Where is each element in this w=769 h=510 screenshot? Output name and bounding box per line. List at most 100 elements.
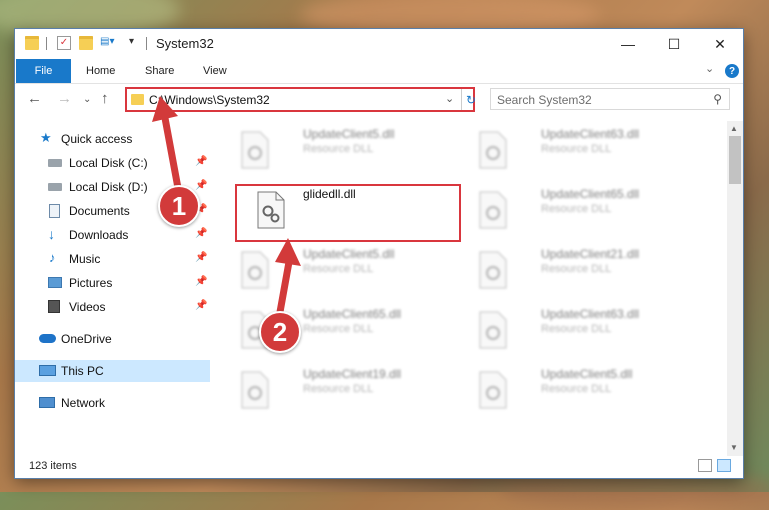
download-icon: ↓: [48, 226, 55, 242]
customize-icon[interactable]: ▤▾: [100, 36, 114, 50]
sidebar-item-label: Videos: [69, 300, 106, 314]
sidebar-item-network[interactable]: Network: [15, 392, 210, 414]
list-item[interactable]: UpdateClient5.dll Resource DLL: [240, 127, 460, 177]
list-item[interactable]: UpdateClient19.dll Resource DLL: [240, 367, 460, 417]
computer-icon: [39, 365, 56, 376]
vertical-scrollbar[interactable]: ▲ ▼: [727, 121, 743, 456]
folder-icon: [131, 94, 144, 105]
search-placeholder: Search System32: [497, 93, 592, 107]
tab-home[interactable]: Home: [86, 59, 115, 83]
pin-icon[interactable]: 📌: [195, 228, 207, 239]
dll-file-icon: [478, 251, 508, 289]
folder-icon: [25, 36, 39, 50]
sidebar-item-quick-access[interactable]: ★ Quick access: [15, 128, 210, 150]
sidebar-item-music[interactable]: ♪ Music 📌: [15, 248, 210, 270]
drive-icon: [48, 183, 62, 191]
videos-icon: [48, 300, 60, 313]
separator: [46, 37, 47, 50]
expand-ribbon-icon[interactable]: ⌄: [705, 62, 714, 75]
file-name: UpdateClient63.dll: [541, 127, 640, 141]
title-bar: ✓ ▤▾ ▾ System32 — ☐ ✕: [15, 29, 743, 59]
address-bar[interactable]: C:\Windows\System32 ⌄ ↻: [125, 87, 478, 112]
sidebar-item-label: This PC: [61, 364, 104, 378]
file-description: Resource DLL: [303, 383, 374, 395]
dll-file-icon: [478, 311, 508, 349]
explorer-window: ✓ ▤▾ ▾ System32 — ☐ ✕ File Home Share Vi…: [15, 29, 743, 478]
file-description: Resource DLL: [541, 263, 612, 275]
sidebar-item-local-disk-c[interactable]: Local Disk (C:) 📌: [15, 152, 210, 174]
list-item[interactable]: UpdateClient21.dll Resource DLL: [478, 247, 698, 297]
sidebar-item-this-pc[interactable]: This PC: [15, 360, 210, 382]
forward-arrow-icon[interactable]: →: [57, 90, 72, 107]
chevron-down-icon[interactable]: ⌄: [445, 92, 454, 105]
sidebar-item-downloads[interactable]: ↓ Downloads 📌: [15, 224, 210, 246]
ribbon-tabs: File Home Share View ⌄ ?: [15, 59, 743, 84]
minimize-button[interactable]: —: [605, 29, 651, 59]
file-description: Resource DLL: [541, 143, 612, 155]
search-input[interactable]: Search System32 ⚲: [490, 88, 730, 110]
back-arrow-icon[interactable]: ←: [27, 90, 42, 107]
tab-view[interactable]: View: [203, 59, 227, 83]
file-name: UpdateClient5.dll: [303, 247, 395, 261]
navigation-bar: ← → ⌄ ↑ C:\Windows\System32 ⌄ ↻ Search S…: [15, 84, 743, 116]
step-2-badge: 2: [259, 311, 301, 353]
list-item[interactable]: UpdateClient63.dll Resource DLL: [478, 127, 698, 177]
file-description: Resource DLL: [541, 383, 612, 395]
qat-dropdown-icon[interactable]: ▾: [129, 36, 143, 50]
dll-file-icon: [478, 131, 508, 169]
cloud-icon: [39, 334, 56, 343]
navigation-pane: ★ Quick access Local Disk (C:) 📌 Local D…: [15, 121, 210, 456]
up-arrow-icon[interactable]: ↑: [101, 90, 109, 107]
sidebar-item-label: Pictures: [69, 276, 113, 290]
scrollbar-thumb[interactable]: [729, 136, 741, 184]
details-view-icon[interactable]: [698, 459, 712, 472]
search-icon[interactable]: ⚲: [713, 92, 722, 106]
pin-icon[interactable]: 📌: [195, 276, 207, 287]
sidebar-item-videos[interactable]: Videos 📌: [15, 296, 210, 318]
sidebar-item-label: Local Disk (D:): [69, 180, 148, 194]
drive-icon: [48, 159, 62, 167]
network-icon: [39, 397, 55, 408]
recent-locations-icon[interactable]: ⌄: [83, 94, 91, 105]
sidebar-item-label: Quick access: [61, 132, 133, 146]
dll-file-icon: [240, 131, 270, 169]
scroll-down-icon[interactable]: ▼: [730, 443, 738, 452]
refresh-icon[interactable]: ↻: [461, 89, 478, 110]
file-name: UpdateClient19.dll: [303, 367, 402, 381]
pin-icon[interactable]: 📌: [195, 300, 207, 311]
file-highlight-box: [235, 184, 461, 242]
step-1-badge: 1: [158, 185, 200, 227]
maximize-button[interactable]: ☐: [651, 29, 697, 59]
scroll-up-icon[interactable]: ▲: [730, 124, 738, 133]
list-item[interactable]: UpdateClient5.dll Resource DLL: [240, 247, 460, 297]
pin-icon[interactable]: 📌: [195, 180, 207, 191]
sidebar-item-pictures[interactable]: Pictures 📌: [15, 272, 210, 294]
file-name: UpdateClient5.dll: [541, 367, 633, 381]
file-description: Resource DLL: [303, 263, 374, 275]
address-path[interactable]: C:\Windows\System32: [149, 93, 270, 107]
close-button[interactable]: ✕: [697, 29, 743, 59]
list-item[interactable]: UpdateClient5.dll Resource DLL: [478, 367, 698, 417]
item-count: 123 items: [29, 460, 77, 472]
music-icon: ♪: [49, 250, 56, 265]
file-name: UpdateClient5.dll: [303, 127, 395, 141]
tab-file[interactable]: File: [16, 59, 71, 83]
file-description: Resource DLL: [541, 203, 612, 215]
list-item[interactable]: UpdateClient63.dll Resource DLL: [478, 307, 698, 357]
pin-icon[interactable]: 📌: [195, 156, 207, 167]
dll-file-icon: [478, 191, 508, 229]
new-folder-icon[interactable]: [79, 36, 93, 50]
pin-icon[interactable]: 📌: [195, 252, 207, 263]
large-icons-view-icon[interactable]: [717, 459, 731, 472]
sidebar-item-label: OneDrive: [61, 332, 112, 346]
help-icon[interactable]: ?: [725, 64, 739, 78]
status-bar: 123 items: [15, 456, 743, 478]
list-item[interactable]: UpdateClient65.dll Resource DLL: [478, 187, 698, 237]
properties-icon[interactable]: ✓: [57, 36, 71, 50]
file-name: UpdateClient65.dll: [303, 307, 402, 321]
documents-icon: [49, 204, 60, 218]
star-icon: ★: [40, 130, 52, 145]
tab-share[interactable]: Share: [145, 59, 174, 83]
sidebar-item-onedrive[interactable]: OneDrive: [15, 328, 210, 350]
file-name: UpdateClient65.dll: [541, 187, 640, 201]
